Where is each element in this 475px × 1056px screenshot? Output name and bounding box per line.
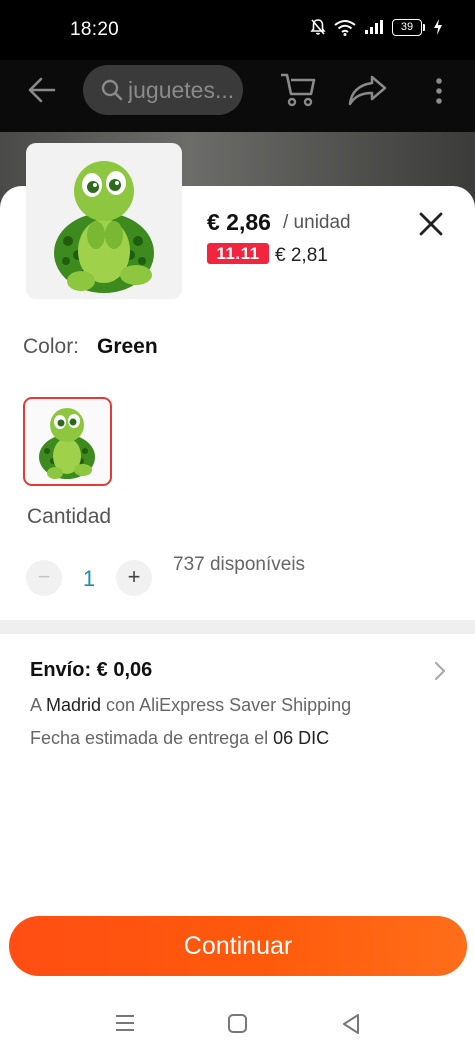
quantity-decrease-button[interactable]: − [26,560,62,596]
turtle-plush-image [54,161,154,293]
home-icon[interactable] [227,1013,249,1035]
shipping-destination: A Madrid con AliExpress Saver Shipping [30,695,352,715]
available-stock: 737 disponíveis [173,554,306,575]
recents-menu-icon[interactable] [114,1013,136,1033]
wifi-icon [334,19,356,36]
battery-icon: 39 [392,18,425,36]
signal-icon [365,20,383,34]
promo-badge: 11.11 [207,243,269,264]
app-header: juguetes... [0,60,475,132]
cart-icon[interactable] [279,72,317,108]
search-icon [101,79,123,101]
shipping-city: Madrid [46,695,102,715]
search-text: juguetes... [128,76,235,103]
more-icon[interactable] [434,77,444,105]
share-icon[interactable] [348,74,388,106]
back-triangle-icon[interactable] [340,1013,362,1035]
color-swatch-green[interactable] [23,397,112,486]
search-bar[interactable]: juguetes... [83,65,243,115]
shipping-title[interactable]: Envío: € 0,06 [30,659,152,682]
color-value: Green [97,335,158,358]
chevron-right-icon[interactable] [432,660,448,682]
product-image [26,143,182,299]
quantity-value[interactable]: 1 [78,566,100,592]
promo-price: € 2,81 [275,245,328,266]
mute-icon [310,19,326,35]
status-bar: 18:20 39 [0,0,475,60]
battery-level: 39 [392,18,422,36]
system-nav-bar [0,996,475,1056]
product-price: € 2,86 [207,209,271,235]
delivery-date: 06 DIC [273,728,330,748]
shipping-delivery-date: Fecha estimada de entrega el 06 DIC [30,728,330,748]
back-arrow-icon[interactable] [28,77,56,103]
price-unit: / unidad [283,212,351,233]
color-label: Color: [23,335,80,358]
quantity-increase-button[interactable]: + [116,560,152,596]
continue-button[interactable]: Continuar [9,916,467,976]
status-icons: 39 [310,18,443,36]
quantity-label: Cantidad [27,505,112,528]
turtle-swatch-image [39,408,95,479]
status-time: 18:20 [70,19,120,40]
close-icon[interactable] [415,208,447,240]
charging-icon [434,19,442,35]
section-divider [0,620,475,634]
